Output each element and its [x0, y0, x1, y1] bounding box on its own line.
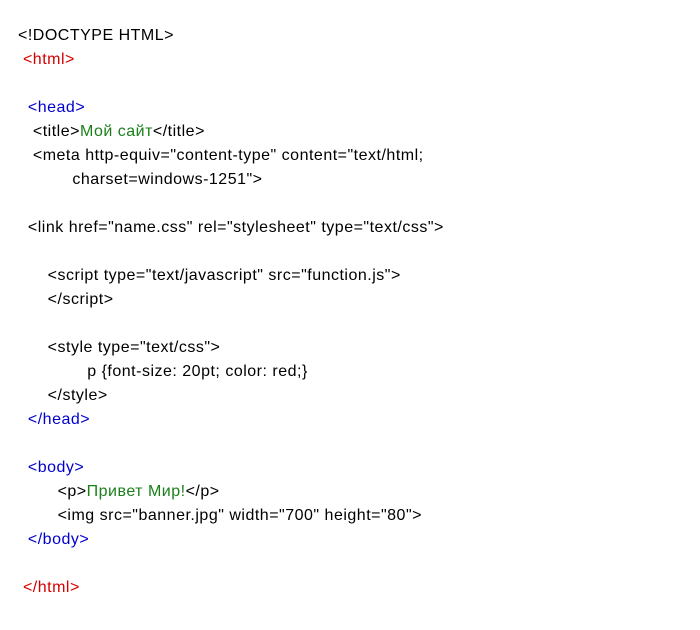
indent — [18, 291, 48, 308]
code-line: </script> — [18, 288, 682, 312]
indent — [18, 123, 33, 140]
code-line — [18, 240, 682, 264]
code-segment: <body> — [28, 459, 84, 476]
code-segment: <html> — [23, 51, 75, 68]
indent — [18, 363, 87, 380]
code-segment: <script type="text/javascript" src="func… — [48, 267, 401, 284]
indent — [18, 507, 58, 524]
code-segment: Привет Мир! — [87, 483, 186, 500]
code-line: <body> — [18, 456, 682, 480]
code-segment: <!DOCTYPE HTML> — [18, 27, 174, 44]
code-segment: <meta http-equiv="content-type" content=… — [33, 147, 424, 164]
code-segment: <img src="banner.jpg" width="700" height… — [58, 507, 422, 524]
code-line — [18, 192, 682, 216]
code-segment: </title> — [153, 123, 205, 140]
code-line: <head> — [18, 96, 682, 120]
code-line: <title>Мой сайт</title> — [18, 120, 682, 144]
indent — [18, 339, 48, 356]
indent — [18, 387, 48, 404]
code-segment: </style> — [48, 387, 108, 404]
code-line: charset=windows-1251"> — [18, 168, 682, 192]
indent — [18, 531, 28, 548]
indent — [18, 267, 48, 284]
indent — [18, 219, 28, 236]
code-line: <p>Привет Мир!</p> — [18, 480, 682, 504]
code-segment: Мой сайт — [80, 123, 153, 140]
indent — [18, 459, 28, 476]
indent — [18, 99, 28, 116]
code-line — [18, 72, 682, 96]
code-line: <img src="banner.jpg" width="700" height… — [18, 504, 682, 528]
code-line: <html> — [18, 48, 682, 72]
indent — [18, 411, 28, 428]
code-line — [18, 432, 682, 456]
code-segment: charset=windows-1251"> — [72, 171, 262, 188]
code-segment: </head> — [28, 411, 90, 428]
code-line — [18, 552, 682, 576]
code-segment: p {font-size: 20pt; color: red;} — [87, 363, 308, 380]
code-line: p {font-size: 20pt; color: red;} — [18, 360, 682, 384]
code-block: <!DOCTYPE HTML> <html> <head> <title>Мой… — [0, 0, 700, 624]
indent — [18, 483, 58, 500]
code-line: <style type="text/css"> — [18, 336, 682, 360]
indent — [18, 171, 72, 188]
indent — [18, 147, 33, 164]
code-line: </body> — [18, 528, 682, 552]
code-segment: </body> — [28, 531, 89, 548]
code-segment: <p> — [58, 483, 87, 500]
code-line: <meta http-equiv="content-type" content=… — [18, 144, 682, 168]
code-line: </head> — [18, 408, 682, 432]
code-segment: </p> — [186, 483, 220, 500]
code-segment: <head> — [28, 99, 85, 116]
code-segment: </html> — [23, 579, 80, 596]
code-segment: </script> — [48, 291, 114, 308]
code-line: </html> — [18, 576, 682, 600]
code-segment: <link href="name.css" rel="stylesheet" t… — [28, 219, 444, 236]
code-line: <link href="name.css" rel="stylesheet" t… — [18, 216, 682, 240]
code-line: <!DOCTYPE HTML> — [18, 24, 682, 48]
code-line: <script type="text/javascript" src="func… — [18, 264, 682, 288]
code-line: </style> — [18, 384, 682, 408]
code-line — [18, 312, 682, 336]
code-segment: <style type="text/css"> — [48, 339, 221, 356]
code-segment: <title> — [33, 123, 80, 140]
